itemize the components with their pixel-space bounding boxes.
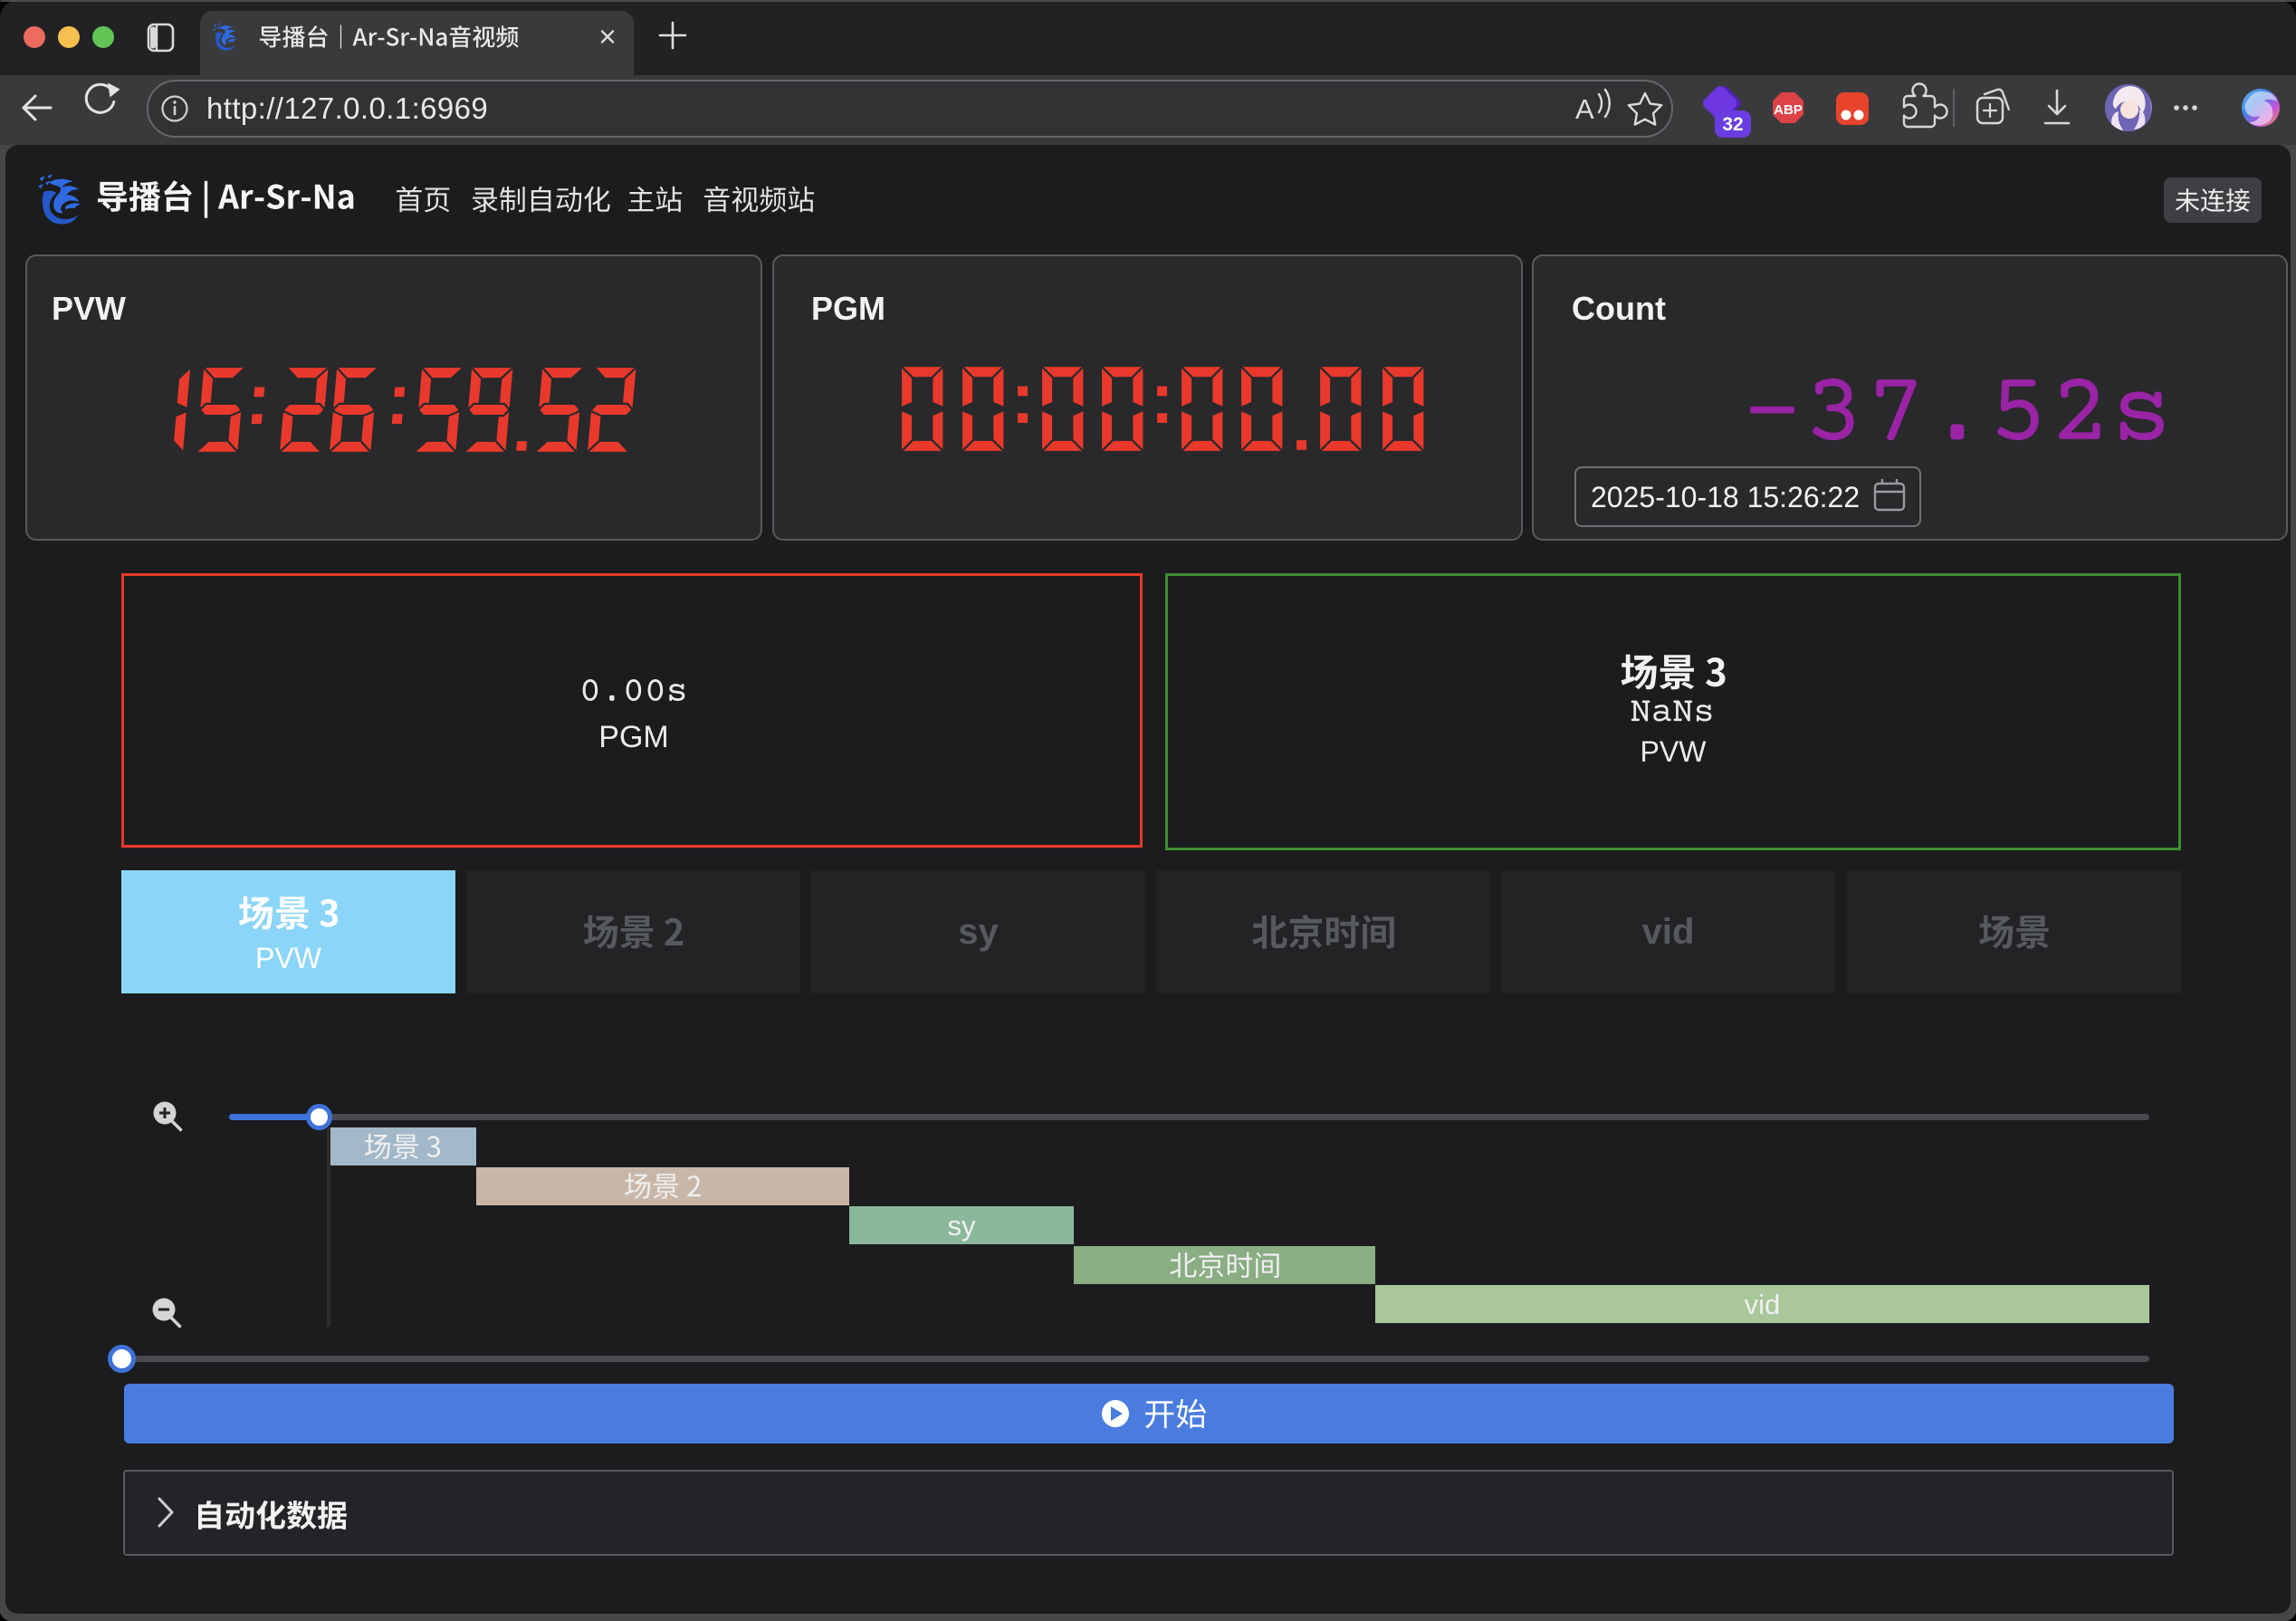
svg-text:32: 32 <box>1722 114 1743 135</box>
svg-text:A: A <box>1575 93 1594 125</box>
svg-text:ABP: ABP <box>1774 102 1803 118</box>
